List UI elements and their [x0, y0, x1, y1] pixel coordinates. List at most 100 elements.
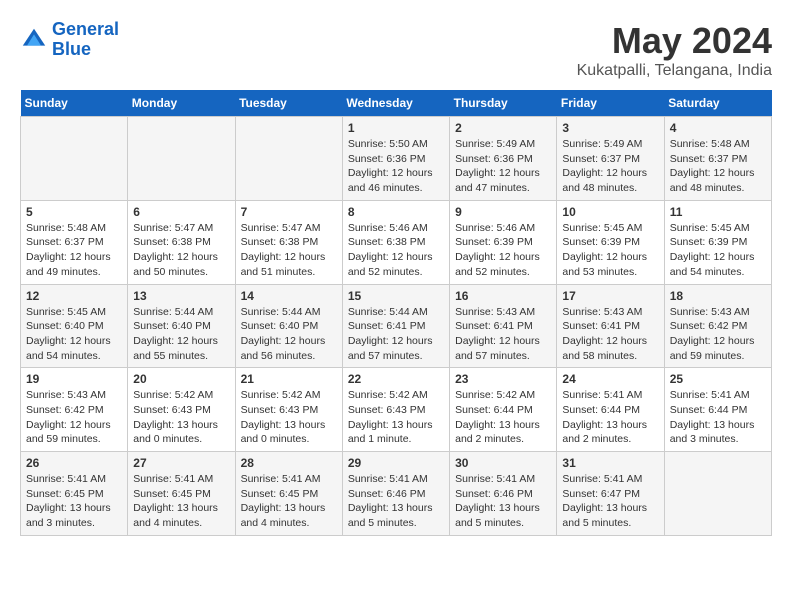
calendar-cell: 3 Sunrise: 5:49 AM Sunset: 6:37 PM Daylig… — [557, 117, 664, 201]
day-number: 9 — [455, 205, 551, 219]
day-number: 3 — [562, 121, 658, 135]
day-info: Sunrise: 5:41 AM Sunset: 6:44 PM Dayligh… — [562, 388, 658, 447]
calendar-week-row: 1Sunrise: 5:50 AM Sunset: 6:36 PM Daylig… — [21, 117, 772, 201]
page-header: General Blue May 2024 Kukatpalli, Telang… — [20, 20, 772, 80]
calendar-cell: 27 Sunrise: 5:41 AM Sunset: 6:45 PM Dayli… — [128, 452, 235, 536]
day-number: 18 — [670, 289, 766, 303]
day-number: 19 — [26, 372, 122, 386]
day-number: 27 — [133, 456, 229, 470]
calendar-cell: 24 Sunrise: 5:41 AM Sunset: 6:44 PM Dayli… — [557, 368, 664, 452]
calendar-cell: 4 Sunrise: 5:48 AM Sunset: 6:37 PM Daylig… — [664, 117, 771, 201]
day-info: Sunrise: 5:43 AM Sunset: 6:42 PM Dayligh… — [670, 305, 766, 364]
calendar-cell: 15 Sunrise: 5:44 AM Sunset: 6:41 PM Dayli… — [342, 284, 449, 368]
day-info: Sunrise: 5:42 AM Sunset: 6:44 PM Dayligh… — [455, 388, 551, 447]
day-info: Sunrise: 5:43 AM Sunset: 6:41 PM Dayligh… — [455, 305, 551, 364]
calendar-cell: 29 Sunrise: 5:41 AM Sunset: 6:46 PM Dayli… — [342, 452, 449, 536]
day-info: Sunrise: 5:44 AM Sunset: 6:40 PM Dayligh… — [133, 305, 229, 364]
calendar-cell: 23 Sunrise: 5:42 AM Sunset: 6:44 PM Dayli… — [450, 368, 557, 452]
calendar-cell: 21 Sunrise: 5:42 AM Sunset: 6:43 PM Dayli… — [235, 368, 342, 452]
day-info: Sunrise: 5:45 AM Sunset: 6:40 PM Dayligh… — [26, 305, 122, 364]
day-number: 26 — [26, 456, 122, 470]
weekday-header-wednesday: Wednesday — [342, 90, 449, 117]
day-number: 12 — [26, 289, 122, 303]
day-number: 6 — [133, 205, 229, 219]
calendar-cell: 9 Sunrise: 5:46 AM Sunset: 6:39 PM Daylig… — [450, 200, 557, 284]
day-number: 1 — [348, 121, 444, 135]
day-info: Sunrise: 5:41 AM Sunset: 6:46 PM Dayligh… — [455, 472, 551, 531]
calendar-cell: 14Sunrise: 5:44 AM Sunset: 6:40 PM Dayli… — [235, 284, 342, 368]
day-info: Sunrise: 5:42 AM Sunset: 6:43 PM Dayligh… — [133, 388, 229, 447]
calendar-cell: 1Sunrise: 5:50 AM Sunset: 6:36 PM Daylig… — [342, 117, 449, 201]
day-number: 23 — [455, 372, 551, 386]
weekday-header-saturday: Saturday — [664, 90, 771, 117]
calendar-week-row: 19Sunrise: 5:43 AM Sunset: 6:42 PM Dayli… — [21, 368, 772, 452]
day-info: Sunrise: 5:46 AM Sunset: 6:38 PM Dayligh… — [348, 221, 444, 280]
day-number: 28 — [241, 456, 337, 470]
day-number: 20 — [133, 372, 229, 386]
calendar-cell — [128, 117, 235, 201]
day-number: 16 — [455, 289, 551, 303]
calendar-cell: 20 Sunrise: 5:42 AM Sunset: 6:43 PM Dayli… — [128, 368, 235, 452]
calendar-week-row: 26 Sunrise: 5:41 AM Sunset: 6:45 PM Dayli… — [21, 452, 772, 536]
logo-text: General Blue — [52, 20, 119, 60]
calendar-cell: 19Sunrise: 5:43 AM Sunset: 6:42 PM Dayli… — [21, 368, 128, 452]
day-number: 4 — [670, 121, 766, 135]
weekday-header-row: SundayMondayTuesdayWednesdayThursdayFrid… — [21, 90, 772, 117]
weekday-header-thursday: Thursday — [450, 90, 557, 117]
logo-line2: Blue — [52, 39, 91, 59]
calendar-cell: 11Sunrise: 5:45 AM Sunset: 6:39 PM Dayli… — [664, 200, 771, 284]
day-number: 31 — [562, 456, 658, 470]
calendar-cell: 28 Sunrise: 5:41 AM Sunset: 6:45 PM Dayli… — [235, 452, 342, 536]
weekday-header-monday: Monday — [128, 90, 235, 117]
calendar-week-row: 5 Sunrise: 5:48 AM Sunset: 6:37 PM Daylig… — [21, 200, 772, 284]
day-info: Sunrise: 5:41 AM Sunset: 6:45 PM Dayligh… — [26, 472, 122, 531]
day-info: Sunrise: 5:45 AM Sunset: 6:39 PM Dayligh… — [670, 221, 766, 280]
day-number: 29 — [348, 456, 444, 470]
weekday-header-tuesday: Tuesday — [235, 90, 342, 117]
calendar-table: SundayMondayTuesdayWednesdayThursdayFrid… — [20, 90, 772, 536]
day-number: 2 — [455, 121, 551, 135]
day-number: 21 — [241, 372, 337, 386]
day-number: 15 — [348, 289, 444, 303]
day-info: Sunrise: 5:44 AM Sunset: 6:41 PM Dayligh… — [348, 305, 444, 364]
day-number: 5 — [26, 205, 122, 219]
day-info: Sunrise: 5:42 AM Sunset: 6:43 PM Dayligh… — [241, 388, 337, 447]
logo: General Blue — [20, 20, 119, 60]
calendar-cell: 7Sunrise: 5:47 AM Sunset: 6:38 PM Daylig… — [235, 200, 342, 284]
calendar-cell: 5 Sunrise: 5:48 AM Sunset: 6:37 PM Daylig… — [21, 200, 128, 284]
day-number: 25 — [670, 372, 766, 386]
calendar-cell: 8 Sunrise: 5:46 AM Sunset: 6:38 PM Daylig… — [342, 200, 449, 284]
day-number: 22 — [348, 372, 444, 386]
day-number: 30 — [455, 456, 551, 470]
weekday-header-friday: Friday — [557, 90, 664, 117]
day-info: Sunrise: 5:41 AM Sunset: 6:47 PM Dayligh… — [562, 472, 658, 531]
calendar-cell — [235, 117, 342, 201]
calendar-cell: 30 Sunrise: 5:41 AM Sunset: 6:46 PM Dayli… — [450, 452, 557, 536]
day-info: Sunrise: 5:46 AM Sunset: 6:39 PM Dayligh… — [455, 221, 551, 280]
day-number: 24 — [562, 372, 658, 386]
day-info: Sunrise: 5:48 AM Sunset: 6:37 PM Dayligh… — [670, 137, 766, 196]
day-info: Sunrise: 5:41 AM Sunset: 6:45 PM Dayligh… — [241, 472, 337, 531]
calendar-cell: 10Sunrise: 5:45 AM Sunset: 6:39 PM Dayli… — [557, 200, 664, 284]
day-info: Sunrise: 5:41 AM Sunset: 6:45 PM Dayligh… — [133, 472, 229, 531]
day-info: Sunrise: 5:45 AM Sunset: 6:39 PM Dayligh… — [562, 221, 658, 280]
title-block: May 2024 Kukatpalli, Telangana, India — [577, 20, 772, 80]
day-number: 17 — [562, 289, 658, 303]
day-number: 8 — [348, 205, 444, 219]
day-info: Sunrise: 5:44 AM Sunset: 6:40 PM Dayligh… — [241, 305, 337, 364]
day-info: Sunrise: 5:41 AM Sunset: 6:44 PM Dayligh… — [670, 388, 766, 447]
day-info: Sunrise: 5:47 AM Sunset: 6:38 PM Dayligh… — [241, 221, 337, 280]
calendar-cell: 25 Sunrise: 5:41 AM Sunset: 6:44 PM Dayli… — [664, 368, 771, 452]
day-number: 13 — [133, 289, 229, 303]
weekday-header-sunday: Sunday — [21, 90, 128, 117]
day-info: Sunrise: 5:47 AM Sunset: 6:38 PM Dayligh… — [133, 221, 229, 280]
day-info: Sunrise: 5:42 AM Sunset: 6:43 PM Dayligh… — [348, 388, 444, 447]
day-info: Sunrise: 5:48 AM Sunset: 6:37 PM Dayligh… — [26, 221, 122, 280]
day-info: Sunrise: 5:41 AM Sunset: 6:46 PM Dayligh… — [348, 472, 444, 531]
calendar-cell — [21, 117, 128, 201]
calendar-cell: 22 Sunrise: 5:42 AM Sunset: 6:43 PM Dayli… — [342, 368, 449, 452]
calendar-cell: 17Sunrise: 5:43 AM Sunset: 6:41 PM Dayli… — [557, 284, 664, 368]
calendar-cell: 18 Sunrise: 5:43 AM Sunset: 6:42 PM Dayli… — [664, 284, 771, 368]
calendar-cell: 12 Sunrise: 5:45 AM Sunset: 6:40 PM Dayli… — [21, 284, 128, 368]
day-info: Sunrise: 5:49 AM Sunset: 6:37 PM Dayligh… — [562, 137, 658, 196]
